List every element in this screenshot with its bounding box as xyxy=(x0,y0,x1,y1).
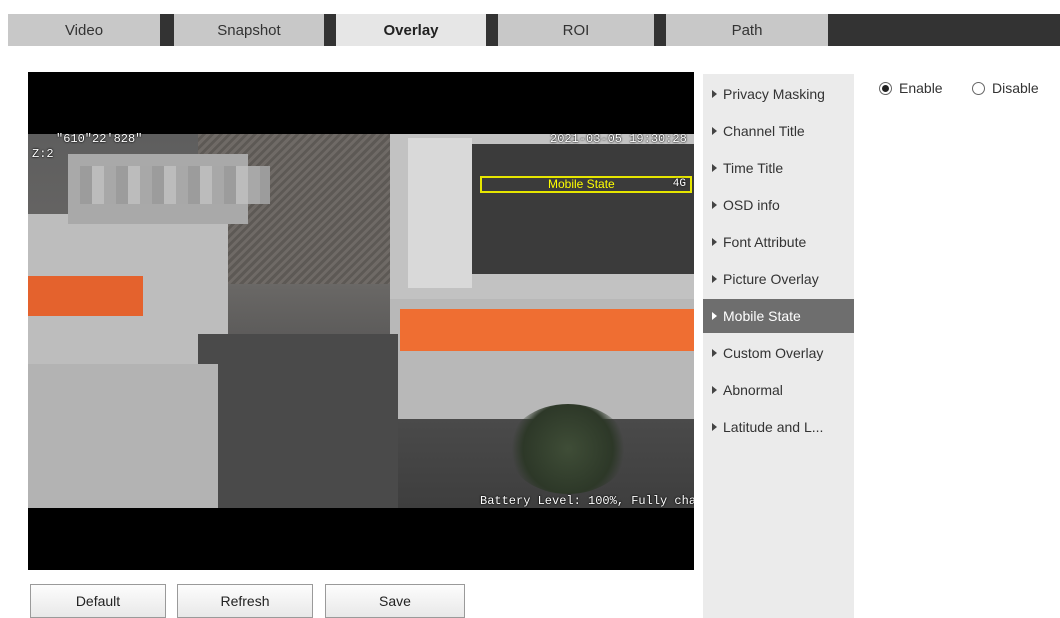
tab-snapshot[interactable]: Snapshot xyxy=(174,14,324,46)
menu-item-osd-info[interactable]: OSD info xyxy=(703,188,854,222)
menu-item-label: Custom Overlay xyxy=(723,345,824,361)
scene-left-stripe xyxy=(28,276,143,316)
enable-radio[interactable]: Enable xyxy=(879,80,943,96)
caret-right-icon xyxy=(712,90,717,98)
tab-path[interactable]: Path xyxy=(666,14,828,46)
scene-right-cabinet xyxy=(390,134,694,314)
disable-label: Disable xyxy=(992,80,1039,96)
enable-label: Enable xyxy=(899,80,943,96)
mobile-state-overlay-label: Mobile State xyxy=(548,177,615,191)
menu-item-label: Font Attribute xyxy=(723,234,807,250)
menu-item-mobile-state[interactable]: Mobile State xyxy=(703,299,854,333)
scene-cabinet-door xyxy=(408,138,472,288)
caret-right-icon xyxy=(712,127,717,135)
privacy-blur xyxy=(80,166,270,204)
menu-item-time-title[interactable]: Time Title xyxy=(703,151,854,185)
menu-item-label: Privacy Masking xyxy=(723,86,825,102)
save-button[interactable]: Save xyxy=(325,584,465,618)
default-button[interactable]: Default xyxy=(30,584,166,618)
menu-item-label: Picture Overlay xyxy=(723,271,819,287)
menu-item-abnormal[interactable]: Abnormal xyxy=(703,373,854,407)
osd-battery-level: Battery Level: 100%, Fully charged xyxy=(480,494,694,508)
scene-left-wall xyxy=(28,364,218,508)
osd-zoom: Z:2 xyxy=(32,147,54,161)
radio-checked-icon xyxy=(879,81,892,95)
scene-cabinet-inner xyxy=(470,144,694,274)
caret-right-icon xyxy=(712,386,717,394)
overlay-side-menu: Privacy Masking Channel Title Time Title… xyxy=(703,74,854,618)
menu-item-label: Mobile State xyxy=(723,308,801,324)
menu-item-privacy-masking[interactable]: Privacy Masking xyxy=(703,77,854,111)
menu-item-label: Latitude and L... xyxy=(723,419,824,435)
menu-item-channel-title[interactable]: Channel Title xyxy=(703,114,854,148)
caret-right-icon xyxy=(712,312,717,320)
tab-overlay[interactable]: Overlay xyxy=(336,14,486,46)
osd-coordinates: "610"22'828" xyxy=(56,132,143,146)
menu-item-label: Abnormal xyxy=(723,382,783,398)
scene-counter-stripe xyxy=(400,309,694,351)
mobile-state-overlay-value: 4G xyxy=(672,178,686,190)
menu-item-label: Channel Title xyxy=(723,123,805,139)
caret-right-icon xyxy=(712,201,717,209)
menu-item-label: Time Title xyxy=(723,160,784,176)
scene-floor xyxy=(198,334,398,508)
caret-right-icon xyxy=(712,164,717,172)
radio-dot xyxy=(882,84,889,92)
caret-right-icon xyxy=(712,349,717,357)
caret-right-icon xyxy=(712,423,717,431)
scene-plant xyxy=(508,404,628,494)
menu-item-custom-overlay[interactable]: Custom Overlay xyxy=(703,336,854,370)
caret-right-icon xyxy=(712,275,717,283)
menu-item-latitude-longitude[interactable]: Latitude and L... xyxy=(703,410,854,444)
disable-radio[interactable]: Disable xyxy=(972,80,1039,96)
refresh-button[interactable]: Refresh xyxy=(177,584,313,618)
tab-roi[interactable]: ROI xyxy=(498,14,654,46)
scene-counter xyxy=(390,299,694,419)
menu-item-picture-overlay[interactable]: Picture Overlay xyxy=(703,262,854,296)
mobile-state-overlay-box[interactable]: Mobile State 4G xyxy=(480,176,692,193)
video-preview: "610"22'828" Z:2 2021-03-05 19:30:28 Mob… xyxy=(28,72,694,570)
menu-item-label: OSD info xyxy=(723,197,780,213)
radio-unchecked-icon xyxy=(972,81,985,95)
tab-video[interactable]: Video xyxy=(8,14,160,46)
caret-right-icon xyxy=(712,238,717,246)
osd-timestamp: 2021-03-05 19:30:28 xyxy=(550,132,687,146)
menu-item-font-attribute[interactable]: Font Attribute xyxy=(703,225,854,259)
